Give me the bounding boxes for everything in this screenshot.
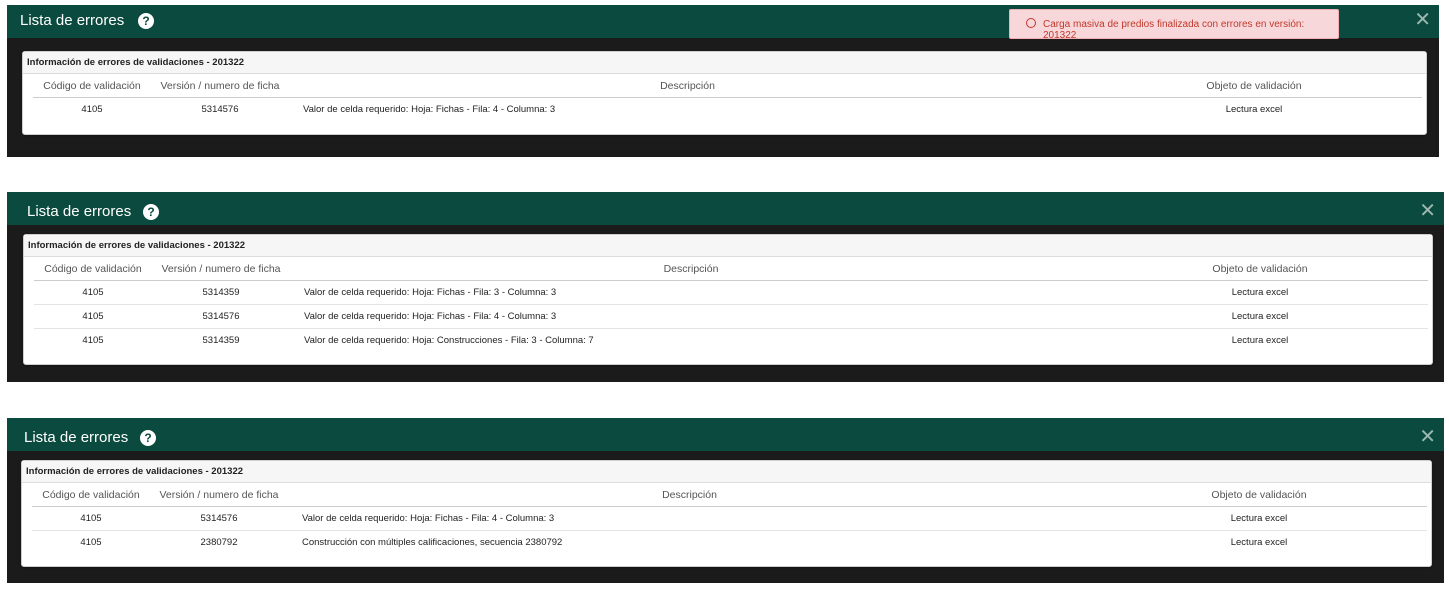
errors-table: Código de validación Versión / numero de… bbox=[32, 483, 1427, 554]
errors-table: Código de validación Versión / numero de… bbox=[34, 257, 1428, 352]
modal-title: Lista de errores bbox=[27, 203, 132, 220]
cell-code: 4105 bbox=[82, 335, 104, 346]
table-header-row: Código de validación Versión / numero de… bbox=[34, 257, 1428, 281]
errors-panel: Información de errores de validaciones -… bbox=[22, 51, 1427, 135]
cell-object: Lectura excel bbox=[1092, 304, 1428, 329]
column-header-object: Objeto de validación bbox=[1091, 483, 1427, 507]
help-circle-icon[interactable]: ? bbox=[143, 204, 159, 220]
table-header-row: Código de validación Versión / numero de… bbox=[32, 483, 1427, 507]
help-circle-icon[interactable]: ? bbox=[138, 13, 154, 29]
cell-code: 4105 bbox=[32, 506, 150, 531]
cell-code: 4105 bbox=[34, 280, 152, 305]
panel-title: Información de errores de validaciones -… bbox=[24, 235, 1432, 257]
cell-description: Valor de celda requerido: Hoja: Fichas -… bbox=[290, 280, 1092, 305]
column-header-object: Objeto de validación bbox=[1092, 257, 1428, 281]
column-header-code: Código de validación bbox=[32, 483, 150, 507]
cell-object: Lectura excel bbox=[1091, 506, 1427, 531]
modal-header: Lista de errores ? ✕ bbox=[7, 418, 1444, 451]
error-list-modal: Lista de errores ? ✕ Información de erro… bbox=[7, 192, 1444, 382]
table-row: 4105 5314359 Valor de celda requerido: H… bbox=[34, 329, 1428, 353]
modal-header: Lista de errores ? ✕ bbox=[7, 192, 1444, 225]
column-header-version: Versión / numero de ficha bbox=[152, 257, 290, 281]
cell-object: Lectura excel bbox=[1225, 104, 1283, 115]
modal-header: Lista de errores ? Carga masiva de predi… bbox=[7, 5, 1439, 41]
errors-panel: Información de errores de validaciones -… bbox=[23, 234, 1433, 365]
cell-object: Lectura excel bbox=[1230, 537, 1288, 548]
cell-code: 4105 bbox=[80, 537, 102, 548]
cell-object: Lectura excel bbox=[1231, 335, 1289, 346]
cell-code: 4105 bbox=[81, 104, 103, 115]
column-header-object: Objeto de validación bbox=[1086, 74, 1422, 98]
column-header-description: Descripción bbox=[289, 74, 1086, 98]
modal-title: Lista de errores bbox=[24, 429, 129, 446]
error-circle-icon bbox=[1026, 18, 1036, 28]
cell-version: 5314576 bbox=[201, 104, 239, 115]
cell-code: 4105 bbox=[34, 304, 152, 329]
cell-version: 5314576 bbox=[152, 304, 290, 329]
panel-title: Información de errores de validaciones -… bbox=[22, 461, 1431, 483]
cell-version: 2380792 bbox=[200, 537, 238, 548]
table-row: 4105 2380792 Construcción con múltiples … bbox=[32, 531, 1427, 555]
error-toast: Carga masiva de predios finalizada con e… bbox=[1009, 9, 1339, 41]
cell-version: 5314359 bbox=[152, 280, 290, 305]
cell-version: 5314576 bbox=[150, 506, 288, 531]
column-header-description: Descripción bbox=[288, 483, 1091, 507]
column-header-version: Versión / numero de ficha bbox=[150, 483, 288, 507]
error-list-modal: Lista de errores ? ✕ Información de erro… bbox=[7, 418, 1444, 583]
panel-title: Información de errores de validaciones -… bbox=[23, 52, 1426, 74]
toast-message: Carga masiva de predios finalizada con e… bbox=[1043, 19, 1305, 41]
cell-description: Valor de celda requerido: Hoja: Fichas -… bbox=[303, 104, 556, 115]
cell-description: Valor de celda requerido: Hoja: Construc… bbox=[304, 335, 594, 346]
modal-title: Lista de errores bbox=[20, 12, 125, 29]
close-icon[interactable]: ✕ bbox=[1414, 8, 1431, 32]
column-header-version: Versión / numero de ficha bbox=[151, 74, 289, 98]
errors-panel: Información de errores de validaciones -… bbox=[21, 460, 1432, 567]
close-icon[interactable]: ✕ bbox=[1419, 199, 1436, 223]
cell-description: Valor de celda requerido: Hoja: Fichas -… bbox=[288, 506, 1091, 531]
cell-description: Valor de celda requerido: Hoja: Fichas -… bbox=[290, 304, 1092, 329]
cell-object: Lectura excel bbox=[1092, 280, 1428, 305]
help-circle-icon[interactable]: ? bbox=[140, 430, 156, 446]
cell-version: 5314359 bbox=[202, 335, 240, 346]
cell-description: Construcción con múltiples calificacione… bbox=[302, 537, 563, 548]
table-header-row: Código de validación Versión / numero de… bbox=[33, 74, 1422, 98]
errors-table: Código de validación Versión / numero de… bbox=[33, 74, 1422, 121]
table-row: 4105 5314576 Valor de celda requerido: H… bbox=[33, 98, 1422, 122]
table-row: 4105 5314576 Valor de celda requerido: H… bbox=[34, 304, 1428, 329]
close-icon[interactable]: ✕ bbox=[1419, 425, 1436, 449]
error-list-modal: Lista de errores ? Carga masiva de predi… bbox=[7, 5, 1439, 157]
column-header-code: Código de validación bbox=[33, 74, 151, 98]
table-row: 4105 5314359 Valor de celda requerido: H… bbox=[34, 280, 1428, 305]
table-row: 4105 5314576 Valor de celda requerido: H… bbox=[32, 506, 1427, 531]
column-header-code: Código de validación bbox=[34, 257, 152, 281]
column-header-description: Descripción bbox=[290, 257, 1092, 281]
